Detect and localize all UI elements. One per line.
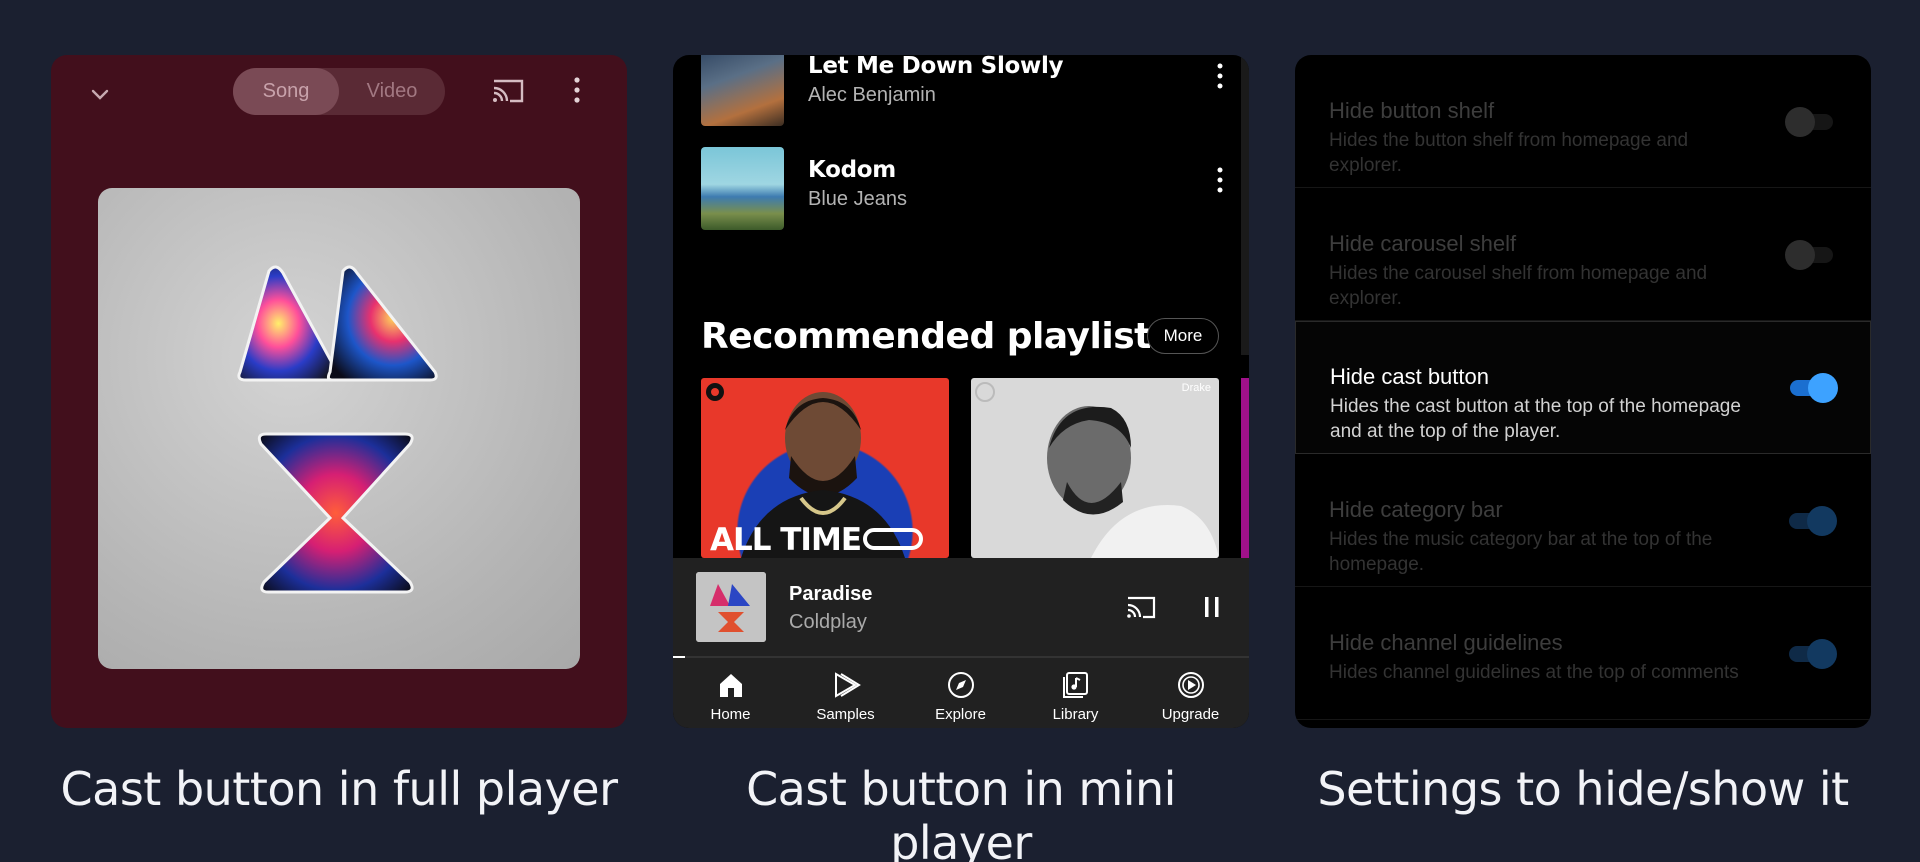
toggle-switch[interactable] <box>1785 237 1837 271</box>
playlist-card[interactable]: ALL TIME <box>701 378 949 558</box>
caption-full-player: Cast button in full player <box>60 762 618 816</box>
song-tab[interactable]: Song <box>233 68 339 115</box>
setting-description: Hides the button shelf from homepage and… <box>1329 130 1689 176</box>
nav-label: Explore <box>935 706 986 723</box>
toggle-switch[interactable] <box>1785 104 1837 138</box>
cast-icon[interactable] <box>1125 595 1157 621</box>
chevron-down-icon[interactable] <box>85 83 115 107</box>
library-icon <box>1063 672 1088 698</box>
next-column-edge <box>1241 55 1249 355</box>
explore-icon <box>948 672 974 698</box>
list-item[interactable]: Kodom Blue Jeans <box>701 147 1223 231</box>
nav-explore[interactable]: Explore <box>903 658 1018 728</box>
video-tab[interactable]: Video <box>339 68 445 115</box>
nav-label: Library <box>1052 706 1099 723</box>
setting-hide-channel-guidelines: Hide channel guidelines Hides channel gu… <box>1295 587 1871 720</box>
album-artwork <box>98 188 580 669</box>
setting-description: Hides the music category bar at the top … <box>1329 529 1713 575</box>
more-vert-icon[interactable] <box>1215 61 1225 91</box>
setting-hide-carousel-shelf: Hide carousel shelf Hides the carousel s… <box>1295 188 1871 321</box>
setting-title: Hide button shelf <box>1329 98 1495 123</box>
song-title: Kodom <box>808 157 896 183</box>
home-icon <box>720 674 742 697</box>
nav-home[interactable]: Home <box>673 658 788 728</box>
nav-samples[interactable]: Samples <box>788 658 903 728</box>
setting-title: Hide carousel shelf <box>1329 231 1517 256</box>
more-button[interactable]: More <box>1147 318 1219 354</box>
nav-library[interactable]: Library <box>1018 658 1133 728</box>
list-item[interactable]: Let Me Down Slowly Alec Benjamin <box>701 55 1223 127</box>
setting-hide-category-bar: Hide category bar Hides the music catego… <box>1295 454 1871 587</box>
playlist-cover-art <box>975 382 1219 558</box>
setting-title: Hide category bar <box>1329 497 1503 522</box>
now-playing-title: Paradise <box>789 583 873 605</box>
section-title: Recommended playlists <box>701 316 1172 357</box>
now-playing-artist: Coldplay <box>789 611 867 633</box>
song-title: Let Me Down Slowly <box>808 55 1064 79</box>
cast-icon[interactable] <box>491 77 525 105</box>
more-vert-icon[interactable] <box>571 75 583 105</box>
mini-player-panel: Let Me Down Slowly Alec Benjamin Kodom B… <box>673 55 1249 728</box>
setting-hide-button-shelf: Hide button shelf Hides the button shelf… <box>1295 55 1871 188</box>
song-thumbnail <box>701 55 784 126</box>
upgrade-icon <box>1178 672 1204 698</box>
song-video-toggle: Song Video <box>233 68 445 115</box>
nav-label: Upgrade <box>1161 706 1220 723</box>
setting-description: Hides the cast button at the top of the … <box>1330 396 1741 442</box>
setting-title: Hide channel guidelines <box>1329 630 1563 655</box>
setting-title: Hide cast button <box>1330 364 1489 389</box>
now-playing-thumbnail <box>696 572 766 642</box>
settings-panel: Hide button shelf Hides the button shelf… <box>1295 55 1871 728</box>
nav-label: Home <box>710 706 751 723</box>
mini-player[interactable]: Paradise Coldplay <box>673 558 1249 656</box>
samples-icon <box>835 672 861 698</box>
playlist-card[interactable]: Drake <box>971 378 1219 558</box>
caption-mini-player: Cast button in mini player <box>746 762 1176 862</box>
song-artist: Alec Benjamin <box>808 84 936 106</box>
nav-label: Samples <box>816 706 875 723</box>
setting-hide-cast-button[interactable]: Hide cast button Hides the cast button a… <box>1295 321 1871 454</box>
caption-settings: Settings to hide/show it <box>1317 762 1849 816</box>
pause-icon[interactable] <box>1203 595 1221 619</box>
toggle-switch[interactable] <box>1785 503 1837 537</box>
playlist-card-partial[interactable] <box>1241 378 1249 558</box>
bottom-navigation: Home Samples Explore Library Upgrade <box>673 658 1249 728</box>
song-artist: Blue Jeans <box>808 188 907 210</box>
more-vert-icon[interactable] <box>1215 165 1225 195</box>
setting-description: Hides channel guidelines at the top of c… <box>1329 662 1739 683</box>
nav-upgrade[interactable]: Upgrade <box>1133 658 1248 728</box>
full-player-panel: Song Video <box>51 55 627 728</box>
playlist-overlay-text: ALL TIME <box>710 522 862 558</box>
setting-description: Hides the carousel shelf from homepage a… <box>1329 263 1708 309</box>
toggle-switch[interactable] <box>1786 370 1838 404</box>
playlist-overlay-text: Drake <box>1181 382 1211 394</box>
toggle-switch[interactable] <box>1785 636 1837 670</box>
song-thumbnail <box>701 147 784 230</box>
